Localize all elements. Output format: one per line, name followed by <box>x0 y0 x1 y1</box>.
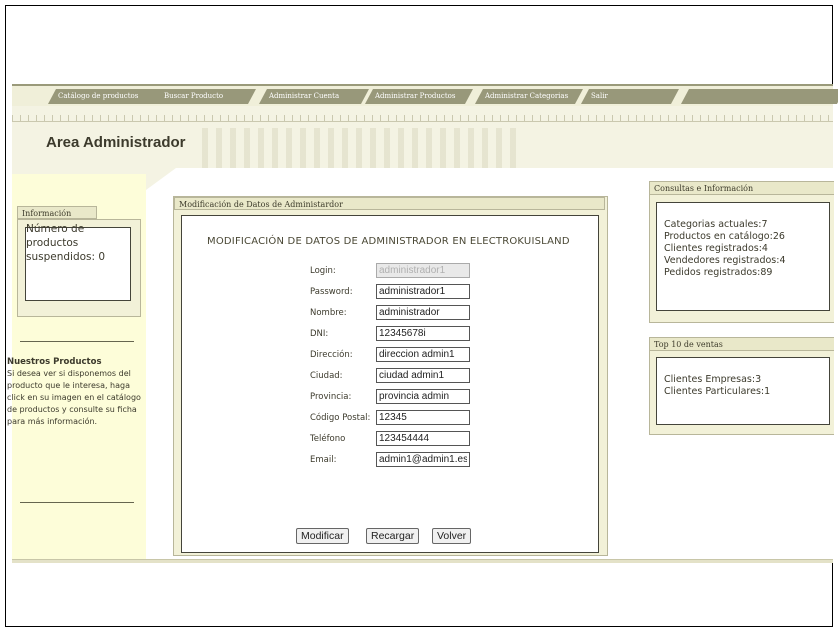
nav-tab-label: Administrar Categorias <box>485 92 569 100</box>
direccion-label: Dirección: <box>310 350 353 360</box>
password-label: Password: <box>310 287 353 297</box>
telefono-label: Teléfono <box>310 434 346 444</box>
nav-tab-administrar-categorias[interactable]: Administrar Categorias <box>471 89 583 104</box>
footer-line <box>12 559 833 563</box>
nav-tab-catalogo[interactable]: Catálogo de productos <box>44 89 166 104</box>
header-background-graphic <box>202 128 522 170</box>
info-panel: Información Número de productos suspendi… <box>17 206 141 317</box>
our-products-title: Nuestros Productos <box>7 357 102 367</box>
nav-tab-label: Salir <box>591 92 608 100</box>
our-products-text: Si desea ver si disponemos del producto … <box>7 369 141 426</box>
stat-productos: Productos en catálogo:26 <box>664 231 785 242</box>
nav-tab-administrar-productos[interactable]: Administrar Productos <box>361 89 473 104</box>
nombre-label: Nombre: <box>310 308 347 318</box>
nav-tab-administrar-cuenta[interactable]: Administrar Cuenta <box>255 89 369 104</box>
sidebar-divider <box>20 502 134 503</box>
top-navigation-bar: Catálogo de productos Buscar Producto Ad… <box>12 84 838 108</box>
admin-data-panel: Modificación de Datos de Administardor M… <box>173 196 608 556</box>
form-title: MODIFICACIÓN DE DATOS DE ADMINISTRADOR E… <box>207 236 570 247</box>
login-label: Login: <box>310 266 336 276</box>
stat-vendedores: Vendedores registrados:4 <box>664 255 786 266</box>
top10-panel: Top 10 de ventas Clientes Empresas:3 Cli… <box>649 337 834 435</box>
nav-tab-label: Administrar Cuenta <box>269 92 340 100</box>
recargar-button[interactable]: Recargar <box>366 528 420 544</box>
info-panel-title: Información <box>17 206 97 219</box>
top10-panel-title: Top 10 de ventas <box>650 338 834 351</box>
consultas-panel-content: Categorias actuales:7 Productos en catál… <box>656 202 830 311</box>
nav-tab-label <box>677 92 691 100</box>
consultas-panel: Consultas e Información Categorias actua… <box>649 181 834 323</box>
page-header: Area Administrador <box>12 106 833 174</box>
admin-data-panel-title: Modificación de Datos de Administardor <box>174 197 605 210</box>
top10-panel-content: Clientes Empresas:3 Clientes Particulare… <box>656 357 830 425</box>
password-field[interactable] <box>376 284 470 299</box>
top10-list: Clientes Empresas:3 Clientes Particulare… <box>664 374 770 398</box>
dni-field[interactable] <box>376 326 470 341</box>
volver-button[interactable]: Volver <box>432 528 472 544</box>
nav-tab-empty <box>677 89 838 104</box>
codigo-postal-field[interactable] <box>376 410 470 425</box>
nav-tab-label: Administrar Productos <box>375 92 456 100</box>
provincia-label: Provincia: <box>310 392 352 402</box>
stat-clientes-particulares: Clientes Particulares:1 <box>664 386 771 397</box>
telefono-field[interactable] <box>376 431 470 446</box>
consultas-list: Categorias actuales:7 Productos en catál… <box>664 219 786 279</box>
nav-tab-label: Catálogo de productos <box>58 92 139 100</box>
suspended-products-count: Número de productos suspendidos: 0 <box>26 223 106 263</box>
stat-pedidos: Pedidos registrados:89 <box>664 267 773 278</box>
email-label: Email: <box>310 455 337 465</box>
nav-tab-salir[interactable]: Salir <box>577 89 679 104</box>
nombre-field[interactable] <box>376 305 470 320</box>
stat-clientes: Clientes registrados:4 <box>664 243 768 254</box>
admin-form: MODIFICACIÓN DE DATOS DE ADMINISTRADOR E… <box>181 215 599 553</box>
modificar-button[interactable]: Modificar <box>296 528 349 544</box>
sidebar-divider <box>20 341 134 342</box>
stat-clientes-empresas: Clientes Empresas:3 <box>664 374 762 385</box>
login-field <box>376 263 470 278</box>
ciudad-field[interactable] <box>376 368 470 383</box>
email-field[interactable] <box>376 452 470 467</box>
codigo-postal-label: Código Postal: <box>310 413 371 423</box>
provincia-field[interactable] <box>376 389 470 404</box>
ciudad-label: Ciudad: <box>310 371 343 381</box>
dni-label: DNI: <box>310 329 329 339</box>
stat-categorias: Categorias actuales:7 <box>664 219 768 230</box>
nav-tab-label: Buscar Producto <box>164 92 224 100</box>
header-ruler-decoration <box>12 115 833 122</box>
page-title: Area Administrador <box>46 134 186 151</box>
consultas-panel-title: Consultas e Información <box>650 182 834 195</box>
nav-tab-buscar-producto[interactable]: Buscar Producto <box>150 89 256 104</box>
direccion-field[interactable] <box>376 347 470 362</box>
our-products-section: Nuestros Productos Si desea ver si dispo… <box>7 356 143 428</box>
